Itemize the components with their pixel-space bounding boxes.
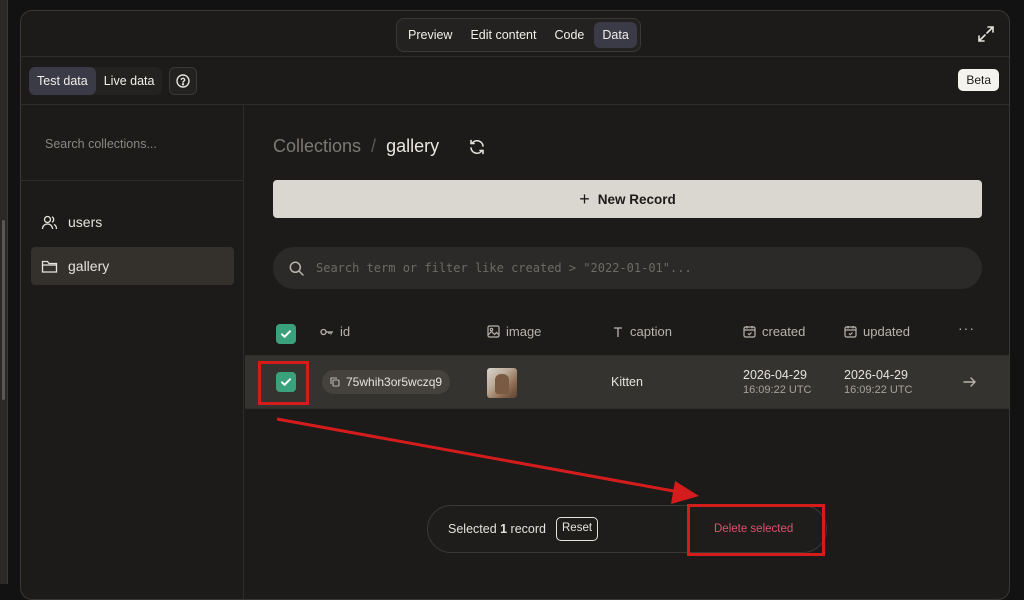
copy-icon <box>330 377 340 387</box>
more-columns-button[interactable]: ··· <box>958 320 975 336</box>
column-updated[interactable]: updated <box>844 324 910 339</box>
created-time: 16:09:22 UTC <box>743 384 812 396</box>
column-label: updated <box>863 324 910 339</box>
env-tabs: Test data Live data <box>29 67 163 95</box>
updated-time: 16:09:22 UTC <box>844 384 913 396</box>
kitten-image <box>495 374 509 394</box>
reset-button[interactable]: Reset <box>556 517 599 541</box>
record-search-input[interactable] <box>316 261 956 275</box>
sidebar: Search collections... users gallery <box>21 105 244 599</box>
record-created: 2026-04-29 16:09:22 UTC <box>743 368 811 396</box>
folder-icon <box>41 260 58 273</box>
calendar-icon <box>743 326 756 338</box>
record-image-thumbnail[interactable] <box>487 368 517 398</box>
created-date: 2026-04-29 <box>743 368 807 382</box>
breadcrumb-separator: / <box>371 136 377 156</box>
help-icon <box>176 74 190 88</box>
tab-code[interactable]: Code <box>546 22 592 48</box>
table-header: id image caption created updated ··· <box>245 315 1009 351</box>
image-icon <box>487 325 500 338</box>
collections-search-input[interactable]: Search collections... <box>45 137 157 151</box>
tab-data[interactable]: Data <box>594 22 637 48</box>
column-created[interactable]: created <box>743 324 805 339</box>
tab-live-data[interactable]: Live data <box>96 67 163 95</box>
view-tabs: Preview Edit content Code Data <box>396 18 641 52</box>
breadcrumb-current: gallery <box>386 136 440 156</box>
column-label: caption <box>630 324 672 339</box>
text-icon <box>614 326 622 337</box>
tab-test-data[interactable]: Test data <box>29 67 96 95</box>
annotation-arrow <box>276 417 699 504</box>
column-image[interactable]: image <box>487 324 541 339</box>
updated-date: 2026-04-29 <box>844 368 908 382</box>
column-id[interactable]: id <box>320 324 350 339</box>
scrollbar[interactable] <box>2 220 5 400</box>
sidebar-item-users[interactable]: users <box>31 203 234 241</box>
arrow-right-icon[interactable] <box>963 376 977 388</box>
table-row[interactable]: 75whih3or5wczq9 Kitten 2026-04-29 16:09:… <box>245 355 1009 409</box>
divider <box>21 56 1009 57</box>
breadcrumb: Collections / gallery <box>273 136 439 157</box>
plus-icon: + <box>579 188 590 209</box>
record-caption: Kitten <box>611 375 643 389</box>
expand-icon[interactable] <box>977 25 995 43</box>
record-updated: 2026-04-29 16:09:22 UTC <box>844 368 912 396</box>
record-search-bar[interactable] <box>273 247 982 289</box>
sidebar-item-gallery[interactable]: gallery <box>31 247 234 285</box>
column-caption[interactable]: caption <box>612 324 672 339</box>
tab-edit-content[interactable]: Edit content <box>462 22 544 48</box>
breadcrumb-root[interactable]: Collections <box>273 136 361 156</box>
new-record-button[interactable]: + New Record <box>273 180 982 218</box>
select-all-checkbox[interactable] <box>276 324 296 344</box>
sidebar-item-label: users <box>68 214 103 230</box>
annotation-highlight-checkbox <box>258 361 309 405</box>
divider <box>21 180 243 181</box>
annotation-highlight-delete <box>687 504 825 556</box>
record-id-chip[interactable]: 75whih3or5wczq9 <box>322 370 451 394</box>
users-icon <box>41 215 58 229</box>
column-label: created <box>762 324 806 339</box>
check-icon <box>281 330 291 338</box>
record-id: 75whih3or5wczq9 <box>346 375 443 389</box>
key-icon <box>320 328 333 335</box>
left-window-edge <box>0 0 8 584</box>
sidebar-item-label: gallery <box>68 258 110 274</box>
search-icon <box>289 261 304 276</box>
selection-count-text: Selected 1 record <box>448 522 546 536</box>
beta-badge: Beta <box>958 69 999 91</box>
column-label: image <box>506 324 542 339</box>
calendar-icon <box>844 326 857 338</box>
tab-preview[interactable]: Preview <box>400 22 460 48</box>
column-label: id <box>340 324 351 339</box>
new-record-label: New Record <box>597 191 676 207</box>
app-window: Preview Edit content Code Data Test data… <box>20 10 1010 600</box>
help-button[interactable] <box>169 67 197 95</box>
refresh-icon[interactable] <box>468 138 486 156</box>
